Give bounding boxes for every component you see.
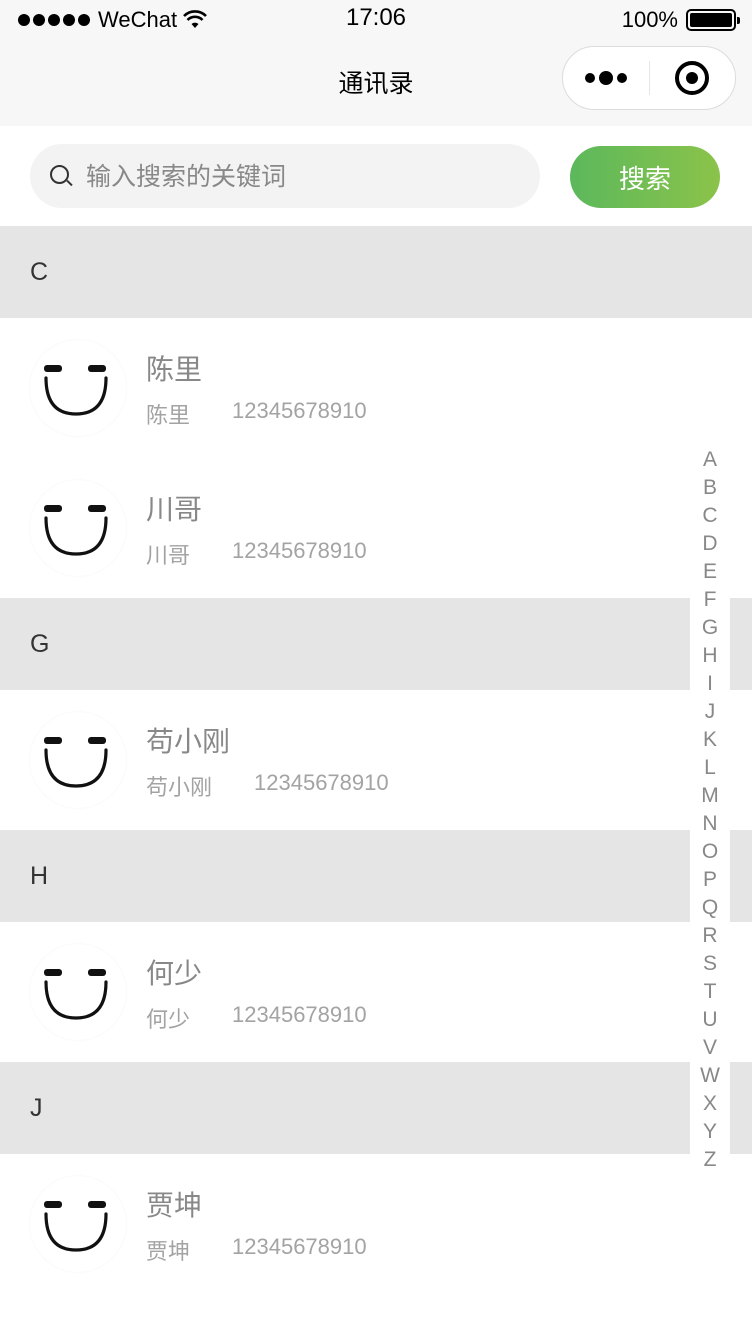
contact-list-item[interactable]: 贾坤 贾坤 12345678910 [0,1154,752,1294]
index-letter-k[interactable]: K [703,726,717,754]
index-letter-u[interactable]: U [702,1006,717,1034]
contact-details: 川哥 12345678910 [146,538,367,570]
section-header-c: C [0,226,752,318]
index-letter-s[interactable]: S [703,950,717,978]
more-dots-icon[interactable] [563,47,649,109]
battery-percent: 100% [621,7,678,32]
contact-details: 陈里 12345678910 [146,398,367,430]
battery-level-fill [690,13,732,27]
index-letter-j[interactable]: J [705,698,716,726]
contact-nickname: 陈里 [146,404,191,429]
index-letter-p[interactable]: P [703,866,717,894]
index-letter-i[interactable]: I [707,670,713,698]
contact-list-item[interactable]: 何少 何少 12345678910 [0,922,752,1062]
search-area: 搜索 [0,126,752,226]
mini-program-capsule [562,46,736,110]
contact-phone: 12345678910 [232,1234,367,1259]
index-letter-r[interactable]: R [702,922,717,950]
status-bar-right: 100% [621,6,740,34]
search-icon [50,165,73,187]
contact-phone: 12345678910 [232,538,367,563]
battery-icon [686,9,740,31]
alphabet-index-bar[interactable]: ABCDEFGHIJKLMNOPQRSTUVWXYZ [690,446,730,1174]
index-letter-q[interactable]: Q [702,894,718,922]
smiley-avatar-icon [30,944,126,1040]
index-letter-y[interactable]: Y [703,1118,717,1146]
search-box[interactable] [30,144,540,208]
section-header-g: G [0,598,752,690]
index-letter-z[interactable]: Z [704,1146,717,1174]
index-letter-m[interactable]: M [701,782,719,810]
section-header-j: J [0,1062,752,1154]
section-header-h: H [0,830,752,922]
contact-phone: 12345678910 [232,1002,367,1027]
contact-phone: 12345678910 [232,398,367,423]
smiley-avatar-icon [30,712,126,808]
index-letter-h[interactable]: H [702,642,717,670]
contact-details: 贾坤 12345678910 [146,1234,367,1266]
target-circle-icon [675,61,710,95]
navigation-bar: 通讯录 [0,40,752,126]
status-bar: WeChat 17:06 100% [0,0,752,40]
smiley-avatar-icon [30,1176,126,1272]
index-letter-t[interactable]: T [704,978,717,1006]
contact-nickname: 川哥 [146,544,191,569]
contact-name: 陈里 [146,353,203,386]
contact-nickname: 苟小刚 [146,776,213,801]
contact-list[interactable]: C 陈里 陈里 12345678910 川哥 川哥 12345678910 G 苟小刚 苟小刚 12… [0,226,752,1294]
contact-details: 何少 12345678910 [146,1002,367,1034]
index-letter-f[interactable]: F [704,586,717,614]
index-letter-g[interactable]: G [702,614,718,642]
index-letter-c[interactable]: C [702,502,717,530]
index-letter-v[interactable]: V [703,1034,717,1062]
search-button[interactable]: 搜索 [570,146,720,208]
index-letter-n[interactable]: N [702,810,717,838]
contact-name: 苟小刚 [146,725,231,758]
index-letter-a[interactable]: A [703,446,717,474]
contact-name: 贾坤 [146,1189,203,1222]
index-letter-b[interactable]: B [703,474,717,502]
index-letter-o[interactable]: O [702,838,718,866]
index-letter-d[interactable]: D [702,530,717,558]
contact-nickname: 何少 [146,1008,191,1033]
index-letter-x[interactable]: X [703,1090,717,1118]
contact-name: 何少 [146,957,203,990]
contact-nickname: 贾坤 [146,1240,191,1265]
index-letter-e[interactable]: E [703,558,717,586]
close-mini-program-button[interactable] [650,47,736,109]
contact-list-item[interactable]: 陈里 陈里 12345678910 [0,318,752,458]
contact-phone: 12345678910 [254,770,389,795]
smiley-avatar-icon [30,340,126,436]
index-letter-l[interactable]: L [704,754,716,782]
contact-name: 川哥 [146,493,203,526]
smiley-avatar-icon [30,480,126,576]
contact-list-item[interactable]: 苟小刚 苟小刚 12345678910 [0,690,752,830]
index-letter-w[interactable]: W [700,1062,720,1090]
contact-list-item[interactable]: 川哥 川哥 12345678910 [0,458,752,598]
contact-details: 苟小刚 12345678910 [146,770,389,802]
search-input[interactable] [86,161,506,191]
